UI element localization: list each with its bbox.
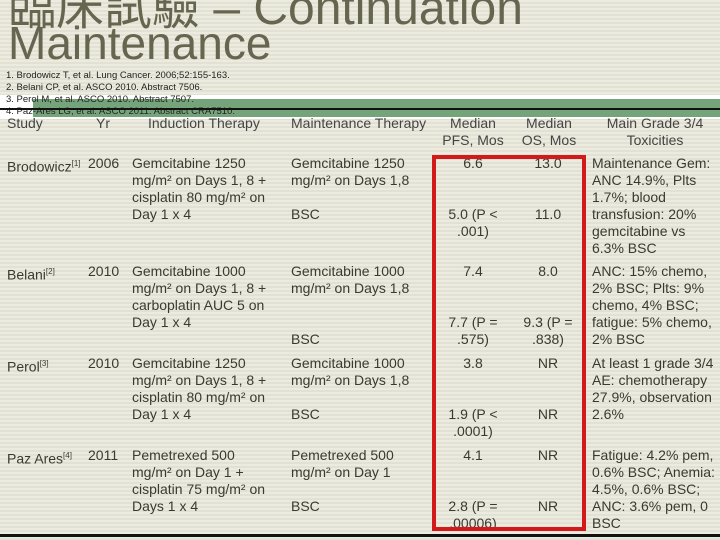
study-label: Perol	[7, 358, 40, 375]
induction-therapy: Pemetrexed 500 mg/m² on Day 1 + cisplati…	[132, 447, 266, 514]
study-label: Brodowicz	[7, 158, 72, 175]
toxicities: At least 1 grade 3/4 AE: chemotherapy 27…	[592, 355, 714, 422]
study-label: Belani	[7, 266, 46, 283]
reference: 1. Brodowicz T, et al. Lung Cancer. 2006…	[6, 70, 230, 81]
header-os: Median OS, Mos	[510, 115, 588, 149]
study-year: 2010	[88, 355, 120, 371]
header-yr: Yr	[96, 115, 110, 131]
study-year: 2011	[88, 447, 119, 463]
study-ref: [4]	[63, 451, 72, 460]
maintenance-therapy-arm: Gemcitabine 1000 mg/m² on Days 1,8	[291, 355, 410, 388]
highlight-box	[432, 155, 586, 531]
study-ref: [1]	[71, 159, 81, 168]
maintenance-therapy-arm: Gemcitabine 1250 mg/m² on Days 1,8	[291, 155, 410, 188]
study-label: Paz Ares	[7, 450, 64, 467]
reference: 3. Perol M, et al. ASCO 2010. Abstract 7…	[6, 94, 194, 105]
induction-therapy: Gemcitabine 1250 mg/m² on Days 1, 8 + ci…	[132, 355, 267, 422]
induction-therapy: Gemcitabine 1000 mg/m² on Days 1, 8 + ca…	[132, 263, 267, 330]
induction-therapy: Gemcitabine 1250 mg/m² on Days 1, 8 + ci…	[132, 155, 267, 222]
header-study: Study	[7, 115, 43, 131]
header-os-line1: Median	[526, 115, 572, 131]
header-os-line2: OS, Mos	[521, 132, 577, 148]
study-year: 2010	[88, 263, 120, 279]
header-pfs-line2: PFS, Mos	[442, 132, 504, 148]
study-ref: [3]	[39, 359, 49, 368]
toxicities: ANC: 15% chemo, 2% BSC; Plts: 9% chemo, …	[592, 263, 712, 347]
study-name: Perol[3]	[7, 355, 82, 376]
title-line-2: Maintenance	[8, 17, 272, 69]
study-ref: [2]	[45, 267, 55, 276]
maintenance-therapy-arm: Gemcitabine 1000 mg/m² on Days 1,8	[291, 263, 410, 296]
header-toxicities: Main Grade 3/4 Toxicities	[592, 115, 718, 149]
header-induction: Induction Therapy	[148, 115, 260, 131]
header-tox-line2: Toxicities	[626, 132, 684, 148]
header-maintenance: Maintenance Therapy	[291, 115, 427, 131]
maintenance-control-arm: BSC	[291, 406, 320, 422]
header-pfs: Median PFS, Mos	[430, 115, 516, 149]
maintenance-control-arm: BSC	[291, 498, 320, 514]
toxicities: Fatigue: 4.2% pem, 0.6% BSC; Anemia: 4.5…	[592, 447, 715, 531]
study-year: 2006	[88, 155, 120, 171]
maintenance-therapy-arm: Pemetrexed 500 mg/m² on Day 1	[291, 447, 394, 480]
study-name: Paz Ares[4]	[7, 447, 82, 468]
maintenance-control-arm: BSC	[291, 206, 320, 222]
reference: 2. Belani CP, et al. ASCO 2010. Abstract…	[6, 82, 203, 93]
header-tox-line1: Main Grade 3/4	[606, 115, 704, 131]
header-pfs-line1: Median	[450, 115, 496, 131]
header-divider	[0, 108, 720, 110]
study-name: Belani[2]	[7, 263, 82, 284]
study-name: Brodowicz[1]	[7, 155, 82, 176]
maintenance-control-arm: BSC	[291, 331, 320, 347]
toxicities: Maintenance Gem: ANC 14.9%, Plts 1.7%; b…	[592, 155, 711, 256]
bottom-rule	[0, 534, 720, 537]
